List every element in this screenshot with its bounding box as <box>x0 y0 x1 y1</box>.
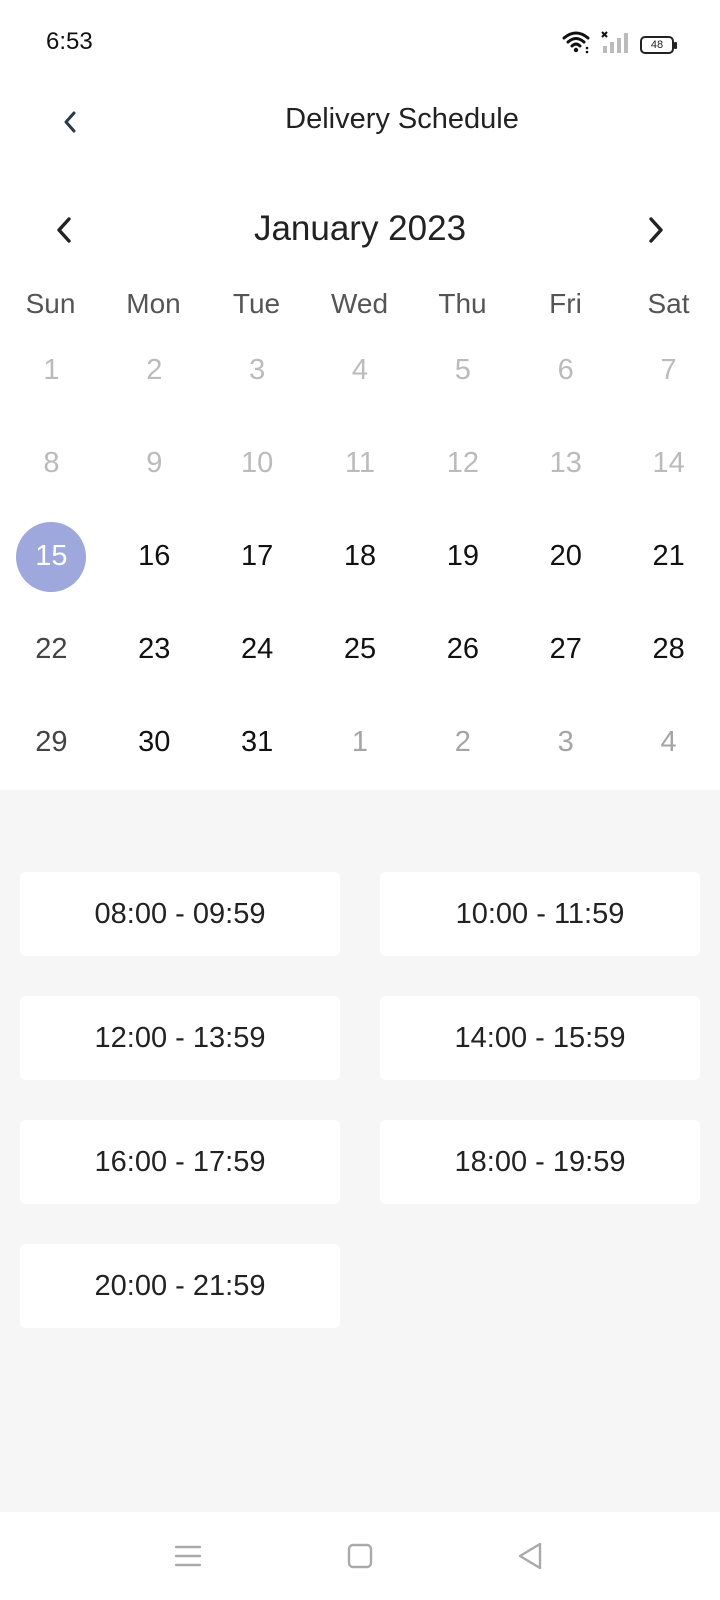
calendar-day[interactable]: 22 <box>0 603 103 696</box>
calendar-day[interactable]: 28 <box>617 603 720 696</box>
calendar-day-past: 13 <box>549 447 582 479</box>
calendar-day-past: 5 <box>454 354 471 386</box>
weekday-label: Mon <box>126 288 181 319</box>
calendar-day[interactable]: 25 <box>309 603 412 696</box>
chevron-right-icon <box>649 217 663 243</box>
calendar-day[interactable]: 30 <box>103 696 206 789</box>
weekday-label: Sun <box>25 288 76 319</box>
calendar-day[interactable]: 24 <box>206 603 309 696</box>
calendar-day-past: 6 <box>557 354 574 386</box>
calendar-day-past: 1 <box>43 354 60 386</box>
next-month-button[interactable] <box>634 208 678 252</box>
calendar-week-row: 8 9 10 11 12 13 14 <box>0 417 720 510</box>
calendar-day-past: 11 <box>344 447 376 479</box>
calendar-day-past: 14 <box>652 447 685 479</box>
calendar-day[interactable]: 18 <box>309 510 412 603</box>
calendar-day-past: 3 <box>249 354 266 386</box>
page-title: Delivery Schedule <box>285 103 519 135</box>
weekday-label: Wed <box>330 288 389 319</box>
home-square-icon <box>347 1543 373 1569</box>
time-slot-button[interactable]: 18:00 - 19:59 <box>380 1120 700 1204</box>
status-time: 6:53 <box>46 28 93 55</box>
time-slots-panel: 08:00 - 09:59 10:00 - 11:59 12:00 - 13:5… <box>0 790 720 1512</box>
calendar-day[interactable]: 27 <box>514 603 617 696</box>
calendar-day-next-month: 4 <box>660 726 677 758</box>
calendar-day[interactable]: 20 <box>514 510 617 603</box>
calendar-day-past: 10 <box>241 447 274 479</box>
time-slot-button[interactable]: 20:00 - 21:59 <box>20 1244 340 1328</box>
month-title: January 2023 <box>253 209 467 248</box>
calendar-day[interactable]: 29 <box>0 696 103 789</box>
time-slot-button[interactable]: 10:00 - 11:59 <box>380 872 700 956</box>
calendar-day-next-month: 1 <box>351 726 369 758</box>
calendar-day-past: 7 <box>660 354 677 386</box>
calendar-day[interactable]: 19 <box>411 510 514 603</box>
home-button[interactable] <box>340 1536 380 1576</box>
calendar-week-row: 22 23 24 25 26 27 28 <box>0 603 720 696</box>
weekday-label: Sat <box>647 288 690 319</box>
time-slot-button[interactable]: 14:00 - 15:59 <box>380 996 700 1080</box>
calendar-day[interactable]: 31 <box>206 696 309 789</box>
month-navigation: January 2023 <box>0 195 720 265</box>
weekday-label: Tue <box>232 288 281 319</box>
back-triangle-icon <box>518 1542 542 1570</box>
calendar-day[interactable]: 21 <box>617 510 720 603</box>
battery-icon: 48 <box>640 35 677 54</box>
system-navigation-bar <box>0 1512 720 1600</box>
weekday-label: Thu <box>438 288 487 319</box>
calendar-day-past: 4 <box>351 354 369 386</box>
status-icons: 48 <box>562 30 677 59</box>
calendar-day-past: 8 <box>43 447 60 479</box>
app-header: Delivery Schedule <box>0 88 720 158</box>
wifi-icon <box>562 30 590 59</box>
time-slot-button[interactable]: 16:00 - 17:59 <box>20 1120 340 1204</box>
recent-apps-button[interactable] <box>168 1536 208 1576</box>
calendar-day[interactable]: 26 <box>411 603 514 696</box>
calendar-day[interactable]: 16 <box>103 510 206 603</box>
time-slot-button[interactable]: 08:00 - 09:59 <box>20 872 340 956</box>
status-bar: 6:53 48 <box>0 0 720 88</box>
calendar-week-row: 1 2 3 4 5 6 7 <box>0 324 720 417</box>
calendar-day-next-month: 2 <box>454 726 471 758</box>
weekday-label: Fri <box>549 288 582 319</box>
calendar-day-selected[interactable]: 15 <box>0 510 103 603</box>
no-signal-icon <box>600 30 630 59</box>
calendar-grid: 1 2 3 4 5 6 7 8 9 10 11 12 13 14 15 16 1… <box>0 324 720 789</box>
calendar-day[interactable]: 17 <box>206 510 309 603</box>
calendar-day[interactable]: 23 <box>103 603 206 696</box>
calendar-day-past: 9 <box>146 447 163 479</box>
weekday-header-row: Sun Mon Tue Wed Thu Fri Sat <box>0 288 720 320</box>
calendar-week-row: 29 30 31 1 2 3 4 <box>0 696 720 789</box>
calendar-day-past: 12 <box>446 447 479 479</box>
calendar-week-row: 15 16 17 18 19 20 21 <box>0 510 720 603</box>
calendar-day-past: 2 <box>146 354 163 386</box>
menu-icon <box>174 1545 202 1567</box>
back-nav-button[interactable] <box>510 1536 550 1576</box>
calendar-day-next-month: 3 <box>557 726 574 758</box>
time-slot-button[interactable]: 12:00 - 13:59 <box>20 996 340 1080</box>
